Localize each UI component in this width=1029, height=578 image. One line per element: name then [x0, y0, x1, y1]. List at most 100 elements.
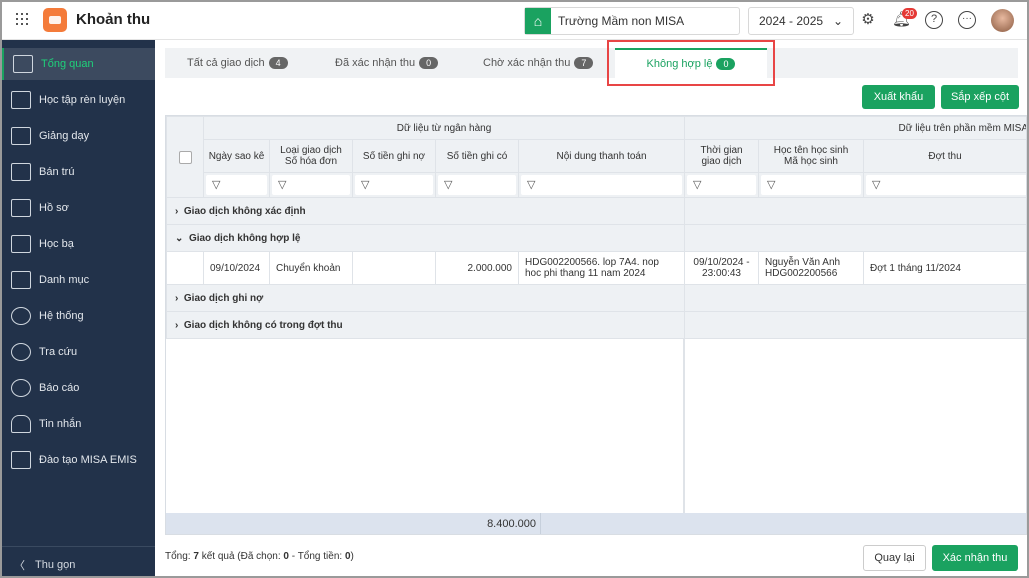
sidebar-item-tong-quan[interactable]: Tổng quan — [2, 48, 155, 80]
sidebar-item-label: Đào tạo MISA EMIS — [39, 454, 137, 466]
report-card-icon — [11, 235, 31, 253]
help-icon[interactable]: ? — [925, 11, 943, 29]
tab-bar: Tất cả giao dịch 4 Đã xác nhận thu 0 Chờ x… — [165, 48, 1018, 78]
col-debit: Số tiền ghi nợ — [352, 139, 436, 173]
confirm-receipt-button[interactable]: Xác nhận thu — [932, 545, 1018, 571]
tab-count: 0 — [419, 57, 439, 69]
back-button[interactable]: Quay lại — [863, 545, 926, 571]
sort-columns-button[interactable]: Sắp xếp cột — [941, 85, 1019, 109]
sidebar-item-he-thong[interactable]: Hệ thống — [2, 300, 155, 332]
bell-icon — [11, 415, 31, 433]
student-code: HDG002200566 — [765, 268, 838, 279]
sidebar-item-dao-tao[interactable]: Đào tạo MISA EMIS — [2, 444, 155, 476]
sidebar-item-label: Tra cứu — [39, 346, 78, 358]
app-grid-icon[interactable] — [16, 13, 28, 25]
filter-debit[interactable]: ▽ — [355, 175, 433, 195]
home-icon: ⌂ — [525, 8, 551, 34]
highlight-box — [607, 40, 775, 86]
school-selector[interactable]: ⌂ Trường Mầm non MISA — [524, 7, 740, 35]
tab-label: Đã xác nhận thu — [335, 57, 416, 69]
cell-type: Chuyển khoản — [269, 251, 353, 285]
sidebar-item-danh-muc[interactable]: Danh mục — [2, 264, 155, 296]
tab-count: 7 — [574, 57, 594, 69]
gear-icon[interactable]: ⚙ — [859, 11, 877, 29]
search-icon — [11, 343, 31, 361]
collapse-sidebar-button[interactable]: 〈 Thu gọn — [2, 546, 155, 576]
school-name: Trường Mầm non MISA — [558, 14, 685, 28]
table-row[interactable]: 09/10/2024 Chuyển khoản 2.000.000 HDG002… — [166, 251, 1026, 285]
tab-all[interactable]: Tất cả giao dịch 4 — [187, 48, 288, 78]
student-name: Nguyễn Văn Anh — [765, 257, 841, 268]
cell-student: Nguyễn Văn Anh HDG002200566 — [758, 251, 865, 285]
document-icon — [11, 199, 31, 217]
select-all-checkbox[interactable] — [178, 150, 192, 164]
group-row[interactable]: › Giao dịch ghi nợ — [166, 284, 1026, 312]
year-select[interactable]: 2024 - 2025 ⌄ — [748, 7, 854, 35]
sidebar-item-label: Tin nhắn — [39, 418, 82, 430]
tab-label: Chờ xác nhận thu — [483, 57, 571, 69]
chevron-right-icon: › — [175, 205, 184, 217]
summary-end: ) — [350, 551, 354, 562]
group-label: Giao dịch không xác định — [183, 205, 306, 217]
collapse-label: Thu gọn — [35, 558, 76, 571]
book-icon — [11, 91, 31, 109]
sidebar-item-hoc-tap[interactable]: Học tập rèn luyện — [2, 84, 155, 116]
filter-student[interactable]: ▽ — [761, 175, 862, 195]
sidebar-item-giang-day[interactable]: Giảng dạy — [2, 120, 155, 152]
filter-time[interactable]: ▽ — [687, 175, 757, 195]
footer-summary: Tổng: 7 kết quả (Đã chọn: 0 - Tổng tiền:… — [165, 551, 354, 562]
chevron-right-icon: › — [175, 292, 184, 304]
cell-period: Đợt 1 tháng 11/2024 — [863, 251, 1026, 285]
filter-period[interactable]: ▽ — [866, 175, 1026, 195]
sidebar-item-label: Hồ sơ — [39, 202, 69, 214]
filter-type[interactable]: ▽ — [272, 175, 350, 195]
tab-confirmed[interactable]: Đã xác nhận thu 0 — [335, 48, 439, 78]
filter-date[interactable]: ▽ — [206, 175, 267, 195]
tab-pending[interactable]: Chờ xác nhận thu 7 — [483, 48, 594, 78]
sidebar-item-bao-cao[interactable]: Báo cáo — [2, 372, 155, 404]
transactions-table: Dữ liệu từ ngân hàng Dữ liệu trên phần mề… — [165, 115, 1027, 535]
sidebar-item-ho-so[interactable]: Hồ sơ — [2, 192, 155, 224]
total-row: 8.400.000 — [166, 513, 1026, 534]
board-icon — [11, 127, 31, 145]
group-row[interactable]: › Giao dịch không có trong đợt thu — [166, 311, 1026, 339]
export-button[interactable]: Xuất khẩu — [862, 85, 935, 109]
sidebar-item-label: Báo cáo — [39, 382, 80, 394]
summary-prefix: Tổng: — [165, 551, 194, 562]
select-all-cell — [166, 116, 204, 198]
group-row[interactable]: › Giao dịch không xác định — [166, 197, 1026, 225]
chevron-left-icon: 〈 — [14, 559, 25, 572]
app-logo-icon — [43, 8, 67, 32]
col-student: Học tên học sinh Mã học sinh — [758, 139, 865, 173]
cell-date: 09/10/2024 — [203, 251, 270, 285]
sidebar-item-ban-tru[interactable]: Bán trú — [2, 156, 155, 188]
filter-credit[interactable]: ▽ — [438, 175, 516, 195]
sidebar-item-label: Học bạ — [39, 238, 74, 250]
group-misa-header: Dữ liệu trên phần mềm MISA — [684, 116, 1026, 140]
col-time-line2: giao dịch — [701, 156, 742, 167]
sidebar: Tổng quan Học tập rèn luyện Giảng dạy Bá… — [2, 40, 155, 576]
col-type-line1: Loại giao dịch — [280, 145, 342, 156]
sidebar-item-tra-cuu[interactable]: Tra cứu — [2, 336, 155, 368]
sidebar-item-tin-nhan[interactable]: Tin nhắn — [2, 408, 155, 440]
col-period: Đợt thu — [863, 139, 1026, 173]
chevron-down-icon: ⌄ — [832, 14, 843, 28]
sidebar-item-label: Bán trú — [39, 166, 75, 178]
filter-content[interactable]: ▽ — [521, 175, 683, 195]
sidebar-item-hoc-ba[interactable]: Học bạ — [2, 228, 155, 260]
pie-chart-icon — [11, 379, 31, 397]
chevron-down-icon: ⌄ — [175, 232, 189, 244]
group-bank-header: Dữ liệu từ ngân hàng — [202, 116, 686, 140]
app-title: Khoản thu — [76, 11, 151, 28]
avatar[interactable] — [991, 9, 1014, 32]
notification-badge: 20 — [902, 8, 917, 19]
sidebar-item-label: Tổng quan — [41, 58, 94, 70]
more-icon[interactable]: ··· — [958, 11, 976, 29]
year-value: 2024 - 2025 — [759, 14, 824, 28]
group-row[interactable]: ⌄ Giao dịch không hợp lệ — [166, 224, 1026, 252]
content-line2: hoc phi thang 11 nam 2024 — [525, 268, 646, 279]
time-line2: 23:00:43 — [702, 268, 741, 279]
group-label: Giao dịch không hợp lệ — [188, 232, 301, 244]
sidebar-item-label: Học tập rèn luyện — [39, 94, 126, 106]
col-type-line2: Số hóa đơn — [284, 156, 338, 167]
